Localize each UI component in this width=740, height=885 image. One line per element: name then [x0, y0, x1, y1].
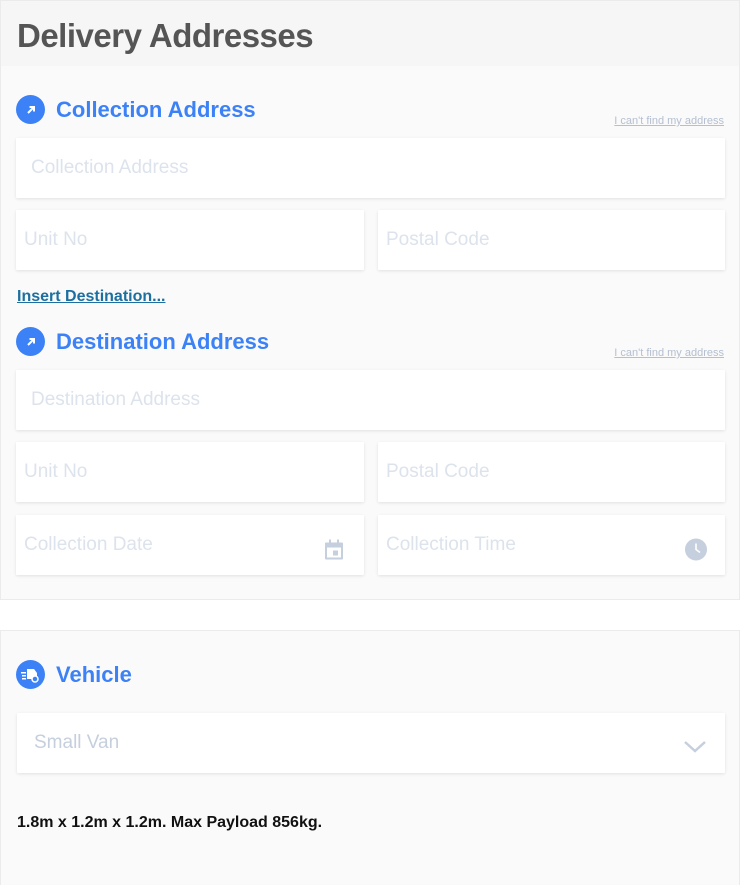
vehicle-title: Vehicle [56, 661, 132, 687]
collection-date-input[interactable]: Collection Date [16, 515, 364, 575]
vehicle-section-title: Vehicle [16, 660, 132, 689]
collection-address-input[interactable]: Collection Address [16, 138, 725, 198]
collection-unit-input[interactable]: Unit No [16, 210, 364, 270]
destination-unit-placeholder: Unit No [24, 461, 88, 482]
page-header: Delivery Addresses [0, 0, 740, 67]
addresses-panel: Collection Address I can't find my addre… [0, 66, 740, 600]
vehicle-description: 1.8m x 1.2m x 1.2m. Max Payload 856kg. [17, 814, 323, 831]
vehicle-select[interactable]: Small Van [17, 713, 725, 773]
destination-address-placeholder: Destination Address [31, 389, 200, 410]
vehicle-panel: Vehicle Small Van 1.8m x 1.2m x 1.2m. Ma… [0, 630, 740, 885]
collection-section-title: Collection Address [16, 95, 256, 124]
destination-section-title: Destination Address [16, 327, 269, 356]
delivery-truck-icon [16, 660, 45, 689]
destination-unit-input[interactable]: Unit No [16, 442, 364, 502]
chevron-down-icon[interactable] [684, 740, 706, 758]
page-title: Delivery Addresses [17, 17, 314, 54]
clock-icon[interactable] [685, 538, 707, 566]
vehicle-selected-value: Small Van [34, 732, 120, 753]
arrow-up-right-icon [16, 95, 45, 124]
collection-unit-placeholder: Unit No [24, 229, 88, 250]
calendar-icon[interactable] [324, 539, 344, 566]
collection-postal-placeholder: Postal Code [386, 229, 490, 250]
collection-date-placeholder: Collection Date [24, 534, 153, 555]
destination-address-input[interactable]: Destination Address [16, 370, 725, 430]
collection-time-placeholder: Collection Time [386, 534, 516, 555]
insert-destination-link[interactable]: Insert Destination... [17, 288, 165, 306]
collection-postal-input[interactable]: Postal Code [378, 210, 725, 270]
destination-postal-input[interactable]: Postal Code [378, 442, 725, 502]
cant-find-destination-link[interactable]: I can't find my address [614, 347, 724, 359]
cant-find-collection-link[interactable]: I can't find my address [614, 115, 724, 127]
collection-address-placeholder: Collection Address [31, 157, 189, 178]
arrow-up-right-icon [16, 327, 45, 356]
collection-time-input[interactable]: Collection Time [378, 515, 725, 575]
destination-title: Destination Address [56, 328, 270, 354]
collection-title: Collection Address [56, 96, 256, 122]
destination-postal-placeholder: Postal Code [386, 461, 490, 482]
